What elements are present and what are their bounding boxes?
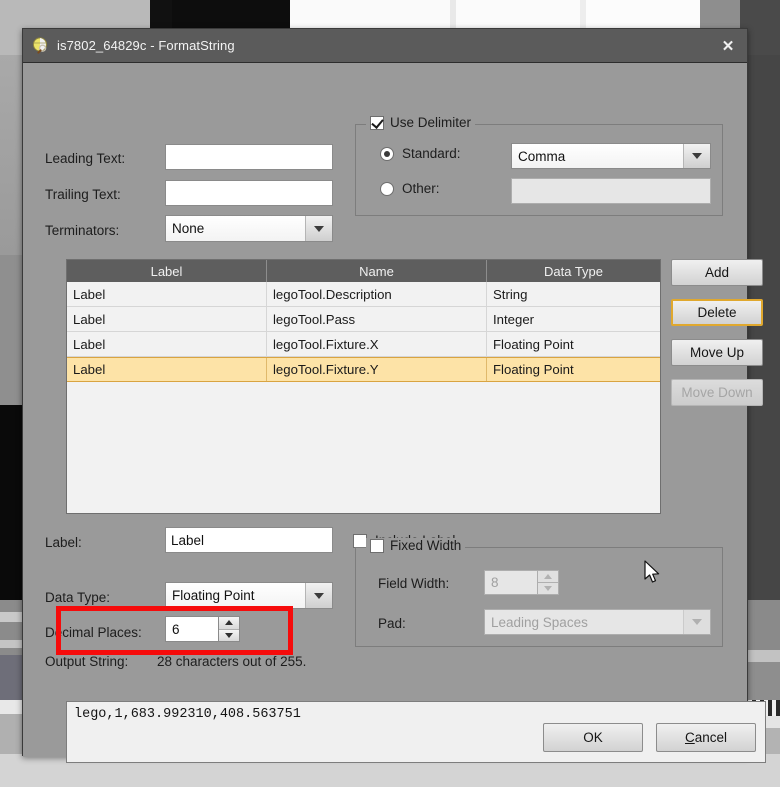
delete-button[interactable]: Delete bbox=[671, 299, 763, 326]
chevron-down-icon bbox=[683, 610, 710, 634]
pad-dropdown: Leading Spaces bbox=[484, 609, 711, 635]
fixed-width-label: Fixed Width bbox=[390, 538, 462, 553]
standard-label: Standard: bbox=[402, 146, 461, 161]
fixed-width-checkbox[interactable] bbox=[370, 538, 384, 553]
field-width-spin-buttons bbox=[537, 570, 559, 595]
standard-radio-row[interactable]: Standard: bbox=[380, 146, 461, 161]
item-label-label: Label: bbox=[45, 535, 82, 550]
leading-text-label: Leading Text: bbox=[45, 151, 126, 166]
format-items-table[interactable]: Label Name Data Type Label legoTool.Desc… bbox=[66, 259, 661, 514]
decimal-places-spin-buttons[interactable] bbox=[218, 616, 240, 642]
column-header-name: Name bbox=[267, 260, 487, 282]
close-icon[interactable]: ✕ bbox=[715, 33, 741, 59]
table-row[interactable]: Label legoTool.Pass Integer bbox=[67, 307, 660, 332]
output-character-count: 28 characters out of 255. bbox=[157, 654, 307, 669]
pad-value: Leading Spaces bbox=[485, 610, 683, 634]
decimal-places-stepper[interactable]: 6 bbox=[165, 616, 240, 642]
terminators-label: Terminators: bbox=[45, 223, 120, 238]
cell-data-type: Floating Point bbox=[493, 362, 574, 377]
cell-label: Label bbox=[67, 358, 267, 381]
include-label-checkbox[interactable] bbox=[353, 533, 367, 548]
other-radio[interactable] bbox=[380, 181, 394, 196]
use-delimiter-group: Use Delimiter Standard: Comma Other: bbox=[355, 115, 723, 216]
table-row[interactable]: Label legoTool.Fixture.X Floating Point bbox=[67, 332, 660, 357]
other-label: Other: bbox=[402, 181, 440, 196]
standard-delimiter-value: Comma bbox=[512, 144, 683, 168]
chevron-down-icon bbox=[305, 583, 332, 608]
cell-label: Label bbox=[67, 282, 267, 306]
cell-name: legoTool.Pass bbox=[267, 307, 487, 331]
cancel-rest: ancel bbox=[694, 730, 728, 745]
standard-radio[interactable] bbox=[380, 146, 394, 161]
fixed-width-checkbox-row[interactable]: Fixed Width bbox=[366, 538, 466, 553]
move-up-button[interactable]: Move Up bbox=[671, 339, 763, 366]
app-sphere-icon bbox=[32, 37, 49, 54]
cell-name: legoTool.Fixture.X bbox=[267, 332, 487, 356]
move-down-button: Move Down bbox=[671, 379, 763, 406]
mouse-cursor bbox=[644, 560, 660, 583]
spin-down-icon bbox=[538, 583, 558, 594]
spin-down-icon[interactable] bbox=[219, 629, 239, 641]
table-row[interactable]: Label legoTool.Description String bbox=[67, 282, 660, 307]
terminators-value: None bbox=[166, 216, 305, 241]
trailing-text-label: Trailing Text: bbox=[45, 187, 121, 202]
cell-data-type: Integer bbox=[493, 311, 535, 327]
other-delimiter-input[interactable] bbox=[511, 178, 711, 204]
fixed-width-group: Fixed Width Field Width: 8 Pad: Leading … bbox=[355, 538, 723, 647]
data-type-dropdown[interactable]: Floating Point bbox=[165, 582, 333, 609]
ok-button[interactable]: OK bbox=[543, 723, 643, 752]
dialog-body: Leading Text: Trailing Text: Terminators… bbox=[23, 63, 766, 763]
column-header-label: Label bbox=[67, 260, 267, 282]
dialog-titlebar[interactable]: is7802_64829c - FormatString ✕ bbox=[23, 29, 747, 63]
cancel-button[interactable]: Cancel bbox=[656, 723, 756, 752]
terminators-dropdown[interactable]: None bbox=[165, 215, 333, 242]
cell-data-type: Floating Point bbox=[493, 336, 574, 352]
cell-data-type: String bbox=[493, 286, 528, 302]
pad-label: Pad: bbox=[378, 616, 406, 631]
table-row-selected[interactable]: Label legoTool.Fixture.Y Floating Point bbox=[67, 357, 660, 382]
column-header-data-type: Data Type bbox=[543, 263, 604, 279]
dialog-title: is7802_64829c - FormatString bbox=[57, 38, 235, 53]
decimal-places-value[interactable]: 6 bbox=[165, 616, 218, 642]
use-delimiter-label: Use Delimiter bbox=[390, 115, 472, 130]
cell-label: Label bbox=[67, 307, 267, 331]
trailing-text-input[interactable] bbox=[165, 180, 333, 206]
cell-name: legoTool.Fixture.Y bbox=[267, 358, 487, 381]
use-delimiter-checkbox[interactable] bbox=[370, 115, 384, 130]
cancel-mnemonic: C bbox=[684, 730, 695, 745]
field-width-stepper: 8 bbox=[484, 570, 559, 595]
chevron-down-icon bbox=[683, 144, 710, 168]
data-type-label: Data Type: bbox=[45, 590, 111, 605]
use-delimiter-checkbox-row[interactable]: Use Delimiter bbox=[366, 115, 476, 130]
data-type-value: Floating Point bbox=[166, 583, 305, 608]
chevron-down-icon bbox=[305, 216, 332, 241]
standard-delimiter-dropdown[interactable]: Comma bbox=[511, 143, 711, 169]
add-button[interactable]: Add bbox=[671, 259, 763, 286]
other-radio-row[interactable]: Other: bbox=[380, 181, 440, 196]
item-label-input[interactable]: Label bbox=[165, 527, 333, 553]
spin-up-icon bbox=[538, 571, 558, 583]
field-width-value: 8 bbox=[484, 570, 537, 595]
output-string-label: Output String: bbox=[45, 654, 129, 669]
table-header-row: Label Name Data Type bbox=[67, 260, 660, 282]
leading-text-input[interactable] bbox=[165, 144, 333, 170]
cell-label: Label bbox=[67, 332, 267, 356]
decimal-places-label: Decimal Places: bbox=[45, 625, 142, 640]
cell-name: legoTool.Description bbox=[267, 282, 487, 306]
format-string-dialog: is7802_64829c - FormatString ✕ Leading T… bbox=[22, 28, 766, 763]
field-width-label: Field Width: bbox=[378, 576, 450, 591]
spin-up-icon[interactable] bbox=[219, 617, 239, 630]
